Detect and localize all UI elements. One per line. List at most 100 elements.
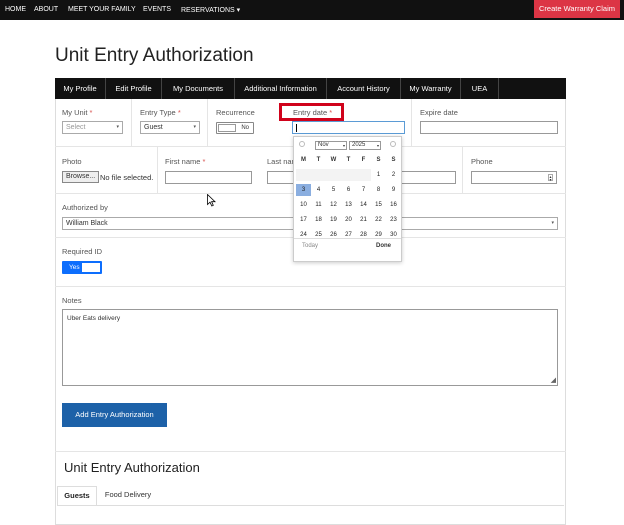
calendar-day[interactable] [326,169,341,181]
year-select[interactable]: 2025 ▾ [349,141,381,150]
nav-home-link[interactable]: HOME [5,6,26,13]
row-divider [55,451,566,452]
calendar-day[interactable]: 12 [326,199,341,211]
calendar-day[interactable]: 22 [371,214,386,226]
nav-about-link[interactable]: ABOUT [34,6,58,13]
tab-account-history[interactable]: Account History [327,78,401,99]
required-id-toggle[interactable]: Yes [62,261,102,274]
calendar-day[interactable]: 25 [311,229,326,241]
phone-input[interactable]: ▴ ▾ [471,171,557,184]
calendar-day[interactable]: 7 [356,184,371,196]
column-divider [411,99,412,146]
calendar-day[interactable]: 5 [326,184,341,196]
calendar-day[interactable]: 17 [296,214,311,226]
calendar-day[interactable]: 6 [341,184,356,196]
row-divider [55,286,566,287]
browse-file-button[interactable]: Browse... [62,171,100,183]
calendar-day[interactable]: 9 [386,184,401,196]
my-unit-select[interactable]: Select ▾ [62,121,123,134]
recurrence-label: Recurrence [216,108,255,117]
calendar-day[interactable] [356,169,371,181]
create-warranty-claim-button[interactable]: Create Warranty Claim [534,0,620,18]
required-id-label: Required ID [62,247,103,256]
calendar-day[interactable]: 8 [371,184,386,196]
first-name-label: First name * [165,157,206,166]
photo-label: Photo [62,157,82,166]
calendar-day[interactable]: 1 [371,169,386,181]
calendar-day[interactable]: 27 [341,229,356,241]
weekday-header: T [346,157,351,163]
nav-reservations-dropdown[interactable]: RESERVATIONS ▾ [181,6,240,14]
toggle-knob [82,263,100,272]
profile-tab-bar: My Profile Edit Profile My Documents Add… [55,78,566,99]
chevron-down-icon: ▾ [551,220,554,226]
add-entry-authorization-button[interactable]: Add Entry Authorization [62,403,167,427]
calendar-day[interactable]: 19 [326,214,341,226]
calendar-day[interactable]: 29 [371,229,386,241]
page-title: Unit Entry Authorization [55,45,254,66]
calendar-day[interactable]: 21 [356,214,371,226]
tab-additional-information[interactable]: Additional Information [235,78,327,99]
calendar-day[interactable]: 11 [311,199,326,211]
tab-food-delivery[interactable]: Food Delivery [100,486,156,506]
calendar-day[interactable]: 13 [341,199,356,211]
notes-label: Notes [62,296,82,305]
spinner-icon[interactable]: ▴ ▾ [548,174,553,182]
weekday-header: S [376,157,381,163]
prev-month-icon[interactable] [299,141,305,147]
weekday-header: M [301,157,306,163]
next-month-icon[interactable] [390,141,396,147]
calendar-day[interactable]: 18 [311,214,326,226]
tab-my-documents[interactable]: My Documents [162,78,235,99]
tab-edit-profile[interactable]: Edit Profile [106,78,162,99]
column-divider [207,99,208,146]
notes-textarea[interactable]: Uber Eats delivery ◢ [62,309,558,386]
date-picker-popup: Nov ▾ 2025 ▾ M T W T F S S 1 2 3 4 5 6 7 8 9 10 11 12 13 14 15 1… [293,136,402,262]
recurrence-toggle[interactable]: No [216,122,254,134]
chevron-down-icon: ▾ [193,124,196,130]
resize-grip-icon[interactable]: ◢ [551,377,556,384]
text-caret [296,124,297,132]
calendar-day[interactable]: 30 [386,229,401,241]
calendar-day[interactable]: 4 [311,184,326,196]
weekday-header: S [391,157,396,163]
first-name-input[interactable] [165,171,252,184]
weekday-header: W [330,157,337,163]
tab-my-profile[interactable]: My Profile [55,78,106,99]
subtab-divider [57,505,564,506]
calendar-day[interactable] [296,169,311,181]
nav-events-link[interactable]: EVENTS [143,6,171,13]
calendar-day[interactable]: 14 [356,199,371,211]
month-select[interactable]: Nov ▾ [315,141,347,150]
today-button[interactable]: Today [302,243,318,249]
chevron-down-icon: ▾ [342,143,345,148]
column-divider [462,146,463,193]
mouse-pointer-icon [207,194,216,207]
calendar-day[interactable]: 3 [296,184,311,196]
entry-type-select[interactable]: Guest ▾ [140,121,200,134]
entry-type-label: Entry Type * [140,108,181,117]
tab-uea[interactable]: UEA [461,78,499,99]
column-divider [157,146,158,193]
done-button[interactable]: Done [376,243,391,249]
file-status-text: No file selected. [100,173,154,182]
entry-date-input[interactable] [292,121,405,134]
calendar-day[interactable]: 2 [386,169,401,181]
toggle-knob [218,124,236,132]
calendar-day[interactable] [311,169,326,181]
calendar-day[interactable]: 15 [371,199,386,211]
tab-guests[interactable]: Guests [57,486,97,506]
nav-meet-your-family-link[interactable]: MEET YOUR FAMILY [68,6,136,13]
calendar-day[interactable]: 16 [386,199,401,211]
expire-date-input[interactable] [420,121,558,134]
calendar-day[interactable] [341,169,356,181]
calendar-day[interactable]: 23 [386,214,401,226]
weekday-header: T [316,157,321,163]
calendar-day[interactable]: 20 [341,214,356,226]
tab-my-warranty[interactable]: My Warranty [401,78,461,99]
entry-date-highlight-box [279,103,344,121]
calendar-day[interactable]: 10 [296,199,311,211]
calendar-day[interactable]: 28 [356,229,371,241]
calendar-day[interactable]: 26 [326,229,341,241]
calendar-day[interactable]: 24 [296,229,311,241]
